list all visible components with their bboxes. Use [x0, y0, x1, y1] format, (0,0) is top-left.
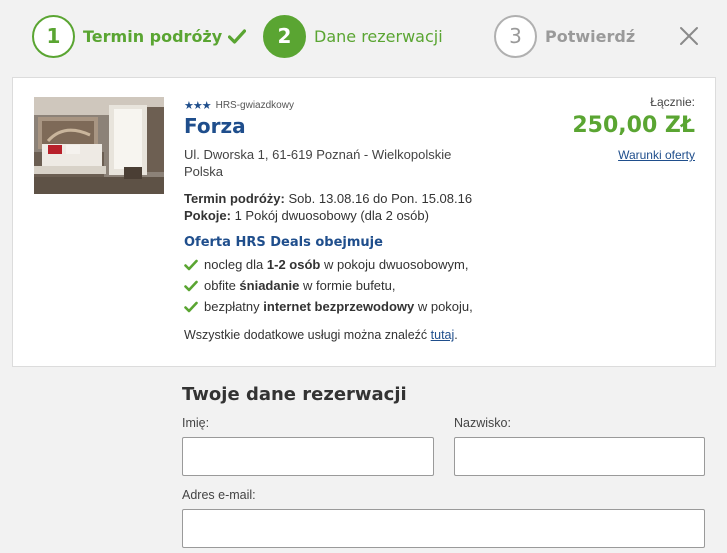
- star-rating-icons: ★★★: [184, 99, 212, 112]
- deal-item-text: bezpłatny internet bezprzewodowy w pokoj…: [204, 299, 473, 314]
- step-2-label: Dane rezerwacji: [314, 26, 443, 46]
- deal-item-text-bold: śniadanie: [239, 278, 300, 293]
- hotel-address: Ul. Dworska 1, 61-619 Poznań - Wielkopol…: [184, 146, 484, 180]
- check-icon: [228, 28, 247, 44]
- deal-item-text-start: obfite: [204, 278, 240, 293]
- address-line-2: Polska: [184, 164, 224, 179]
- total-price: 250,00 ZŁ: [572, 113, 695, 138]
- deal-item-text: nocleg dla 1-2 osób w pokoju dwuosobowym…: [204, 257, 469, 272]
- extras-note: Wszystkie dodatkowe usługi można znaleźć…: [184, 328, 524, 342]
- check-icon: [184, 301, 198, 312]
- last-name-label: Nazwisko:: [454, 416, 511, 430]
- deal-item-text: obfite śniadanie w formie bufetu,: [204, 278, 396, 293]
- first-name-label: Imię:: [182, 416, 210, 430]
- travel-dates-label: Termin podróży:: [184, 191, 285, 206]
- booking-details: Termin podróży: Sob. 13.08.16 do Pon. 15…: [184, 190, 524, 224]
- step-1-travel-dates[interactable]: 1 Termin podróży: [32, 14, 247, 58]
- extras-text: Wszystkie dodatkowe usługi można znaleźć: [184, 328, 431, 342]
- deal-item-text-bold: 1-2 osób: [266, 257, 321, 272]
- deal-item-text-end: w pokoju dwuosobowym,: [320, 257, 469, 272]
- deal-item-text-end: w formie bufetu,: [299, 278, 396, 293]
- travel-dates-value: Sob. 13.08.16 do Pon. 15.08.16: [284, 191, 473, 206]
- step-3-confirm: 3 Potwierdź: [494, 14, 636, 58]
- rating-row: ★★★ HRS-gwiazdkowy: [184, 98, 524, 112]
- deal-item-text-bold: internet bezprzewodowy: [263, 299, 415, 314]
- email-field[interactable]: [182, 509, 705, 548]
- deal-item-text-start: bezpłatny: [204, 299, 264, 314]
- star-rating-label: HRS-gwiazdkowy: [215, 99, 294, 111]
- deal-title: Oferta HRS Deals obejmuje: [184, 235, 383, 250]
- hotel-room-photo: [34, 97, 164, 194]
- check-icon: [184, 280, 198, 291]
- rooms: Pokoje: 1 Pokój dwuosobowy (dla 2 osób): [184, 207, 524, 224]
- deal-item-text-start: nocleg dla: [204, 257, 267, 272]
- extras-end: .: [454, 328, 458, 342]
- extras-link[interactable]: tutaj: [431, 328, 455, 342]
- hotel-name: Forza: [184, 114, 246, 138]
- step-3-label: Potwierdź: [545, 26, 636, 46]
- list-item: bezpłatny internet bezprzewodowy w pokoj…: [184, 296, 524, 317]
- hotel-info: ★★★ HRS-gwiazdkowy Forza Ul. Dworska 1, …: [184, 98, 524, 343]
- step-1-number: 1: [32, 14, 75, 58]
- progress-steps: 1 Termin podróży 2 Dane rezerwacji 3 Pot…: [0, 0, 727, 72]
- step-3-number: 3: [494, 14, 537, 58]
- list-item: nocleg dla 1-2 osób w pokoju dwuosobowym…: [184, 254, 524, 275]
- form-title: Twoje dane rezerwacji: [182, 384, 407, 405]
- deal-item-text-end: w pokoju,: [414, 299, 473, 314]
- first-name-field[interactable]: [182, 437, 434, 476]
- step-1-label: Termin podróży: [83, 26, 223, 46]
- list-item: obfite śniadanie w formie bufetu,: [184, 275, 524, 296]
- check-icon: [184, 259, 198, 270]
- total-label: Łącznie:: [650, 95, 695, 109]
- close-icon[interactable]: [679, 26, 699, 46]
- last-name-field[interactable]: [454, 437, 705, 476]
- travel-dates: Termin podróży: Sob. 13.08.16 do Pon. 15…: [184, 190, 524, 207]
- rooms-label: Pokoje:: [184, 208, 231, 223]
- price-box: Łącznie: 250,00 ZŁ Warunki oferty: [572, 95, 695, 164]
- deal-list: nocleg dla 1-2 osób w pokoju dwuosobowym…: [184, 254, 524, 317]
- rooms-value: 1 Pokój dwuosobowy (dla 2 osób): [230, 208, 429, 223]
- address-line-1: Ul. Dworska 1, 61-619 Poznań - Wielkopol…: [184, 147, 452, 162]
- offer-terms-link[interactable]: Warunki oferty: [618, 148, 695, 162]
- step-2-number: 2: [263, 14, 306, 58]
- hotel-summary-card: ★★★ HRS-gwiazdkowy Forza Ul. Dworska 1, …: [12, 77, 716, 367]
- step-2-booking-details: 2 Dane rezerwacji: [263, 14, 443, 58]
- email-label: Adres e-mail:: [182, 488, 256, 502]
